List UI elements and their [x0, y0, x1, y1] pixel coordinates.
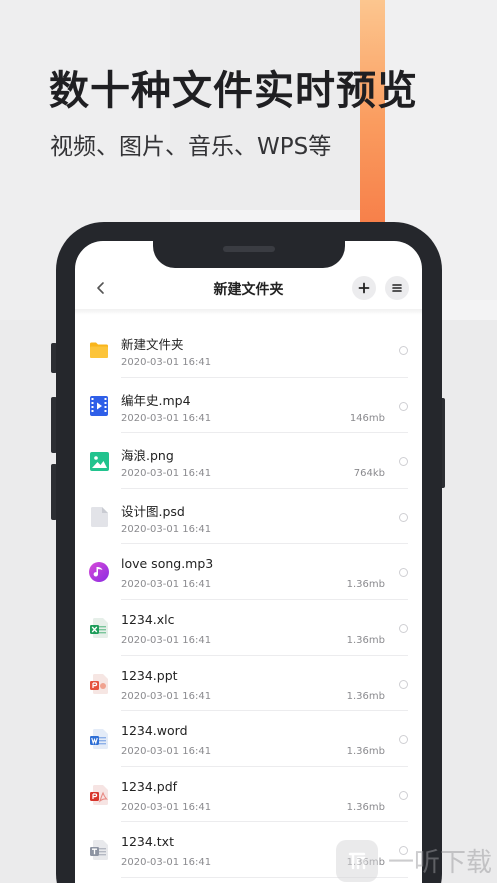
file-name: 设计图.psd [121, 503, 185, 519]
file-name: 编年史.mp4 [121, 392, 191, 408]
file-date: 2020-03-01 16:41 [121, 357, 212, 368]
phone-speaker [223, 246, 275, 252]
file-row[interactable]: 1234.xlc 2020-03-01 16:41 1.36mb [75, 600, 422, 656]
select-radio[interactable] [399, 401, 408, 411]
generic-file-icon [89, 506, 109, 527]
file-name: 海浪.png [121, 448, 174, 464]
file-date: 2020-03-01 16:41 [121, 746, 212, 758]
file-row[interactable]: 编年史.mp4 2020-03-01 16:41 146mb [75, 378, 422, 434]
navbar-shadow [75, 309, 422, 315]
image-file-icon [89, 451, 109, 471]
phone-screen: 新建文件夹 新建文件夹 2020-03-01 16:41 编年史.mp4 202… [75, 241, 422, 883]
file-name: 1234.ppt [121, 667, 178, 683]
menu-icon [391, 279, 403, 298]
file-size: 1.36mb [346, 746, 385, 758]
watermark: 一听下载 [336, 838, 497, 883]
file-date: 2020-03-01 16:41 [121, 857, 212, 869]
file-date: 2020-03-01 16:41 [121, 579, 212, 591]
watermark-text: 一听下载 [388, 848, 493, 878]
file-size: 1.36mb [346, 690, 385, 702]
file-name: 1234.xlc [121, 611, 175, 627]
file-name: 1234.word [121, 723, 188, 739]
file-row[interactable]: 海浪.png 2020-03-01 16:41 764kb [75, 433, 422, 489]
ppt-file-icon [89, 673, 109, 694]
file-date: 2020-03-01 16:41 [121, 801, 212, 813]
txt-file-icon [89, 840, 109, 861]
yiting-logo-icon [336, 839, 378, 882]
file-row[interactable]: 1234.pdf 2020-03-01 16:41 1.36mb [75, 767, 422, 823]
file-size: 1.36mb [346, 579, 385, 591]
video-file-icon [89, 395, 109, 416]
file-date: 2020-03-01 16:41 [121, 468, 212, 480]
file-name: 新建文件夹 [121, 337, 184, 352]
file-name: 1234.pdf [121, 778, 178, 794]
select-radio[interactable] [399, 568, 408, 578]
file-row[interactable]: 1234.word 2020-03-01 16:41 1.36mb [75, 711, 422, 767]
menu-button[interactable] [385, 276, 409, 300]
file-date: 2020-03-01 16:41 [121, 523, 212, 535]
promo-subhead: 视频、图片、音乐、WPS等 [50, 134, 332, 160]
file-date: 2020-03-01 16:41 [121, 412, 212, 424]
file-date: 2020-03-01 16:41 [121, 634, 212, 646]
excel-file-icon [89, 617, 109, 638]
select-radio[interactable] [399, 346, 408, 355]
file-size: 1.36mb [346, 801, 385, 813]
file-date: 2020-03-01 16:41 [121, 690, 212, 702]
file-name: love song.mp3 [121, 556, 214, 572]
select-radio[interactable] [399, 512, 408, 522]
select-radio[interactable] [399, 623, 408, 633]
file-row[interactable]: 设计图.psd 2020-03-01 16:41 [75, 489, 422, 545]
phone-notch [153, 241, 345, 268]
music-file-icon [89, 562, 109, 583]
add-button[interactable] [352, 276, 376, 300]
select-radio[interactable] [399, 790, 408, 800]
file-size: 146mb [349, 412, 385, 424]
select-radio[interactable] [399, 735, 408, 745]
plus-icon [358, 279, 370, 298]
file-list: 新建文件夹 2020-03-01 16:41 编年史.mp4 2020-03-0… [75, 322, 422, 878]
file-row[interactable]: love song.mp3 2020-03-01 16:41 1.36mb [75, 544, 422, 600]
navigation-bar: 新建文件夹 [75, 269, 422, 309]
select-radio[interactable] [399, 679, 408, 689]
file-row[interactable]: 新建文件夹 2020-03-01 16:41 [75, 322, 422, 378]
file-row[interactable]: 1234.ppt 2020-03-01 16:41 1.36mb [75, 656, 422, 712]
file-name: 1234.txt [121, 834, 174, 850]
promo-headline: 数十种文件实时预览 [49, 68, 418, 114]
pdf-file-icon [89, 784, 109, 805]
file-size: 764kb [353, 468, 385, 480]
file-size: 1.36mb [346, 634, 385, 646]
word-file-icon [89, 729, 109, 750]
select-radio[interactable] [399, 457, 408, 467]
folder-icon [89, 340, 109, 360]
